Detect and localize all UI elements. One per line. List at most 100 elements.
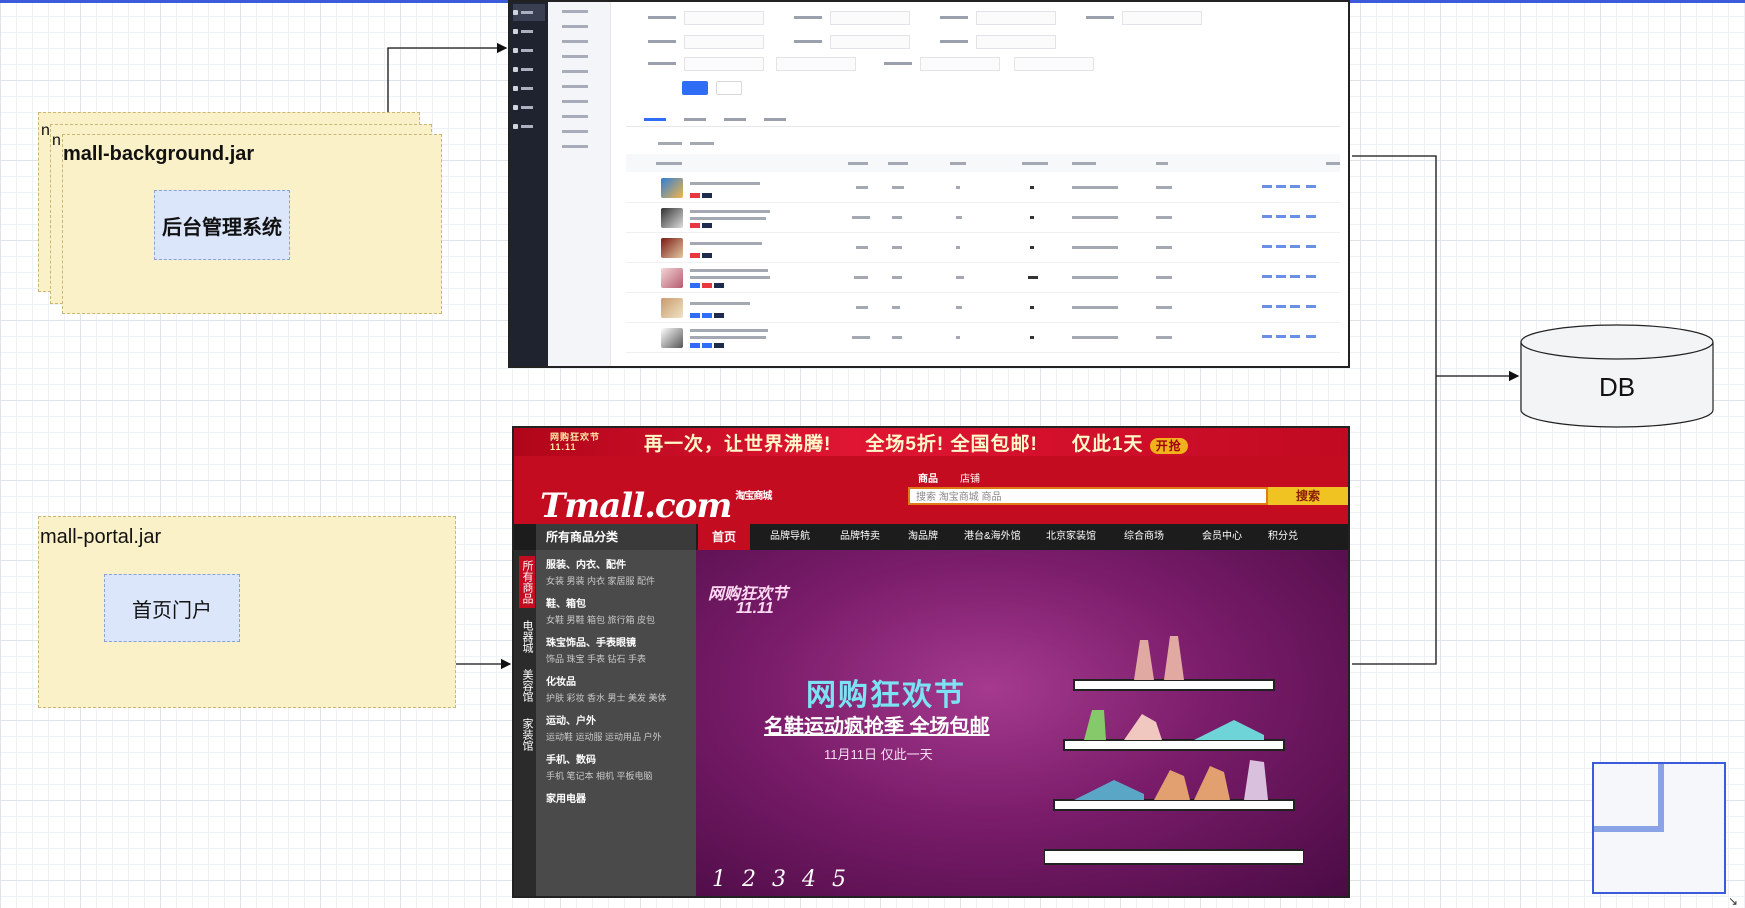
nav-beijing-home[interactable]: 北京家装馆 xyxy=(1046,524,1096,550)
tmall-header: Tmall.com 淘宝商城 商品 店铺 搜索 淘宝商城 商品 搜索 xyxy=(514,456,1348,528)
hero-banner[interactable]: 网购狂欢节 11.11 网购狂欢节 名鞋运动疯抢季 全场包邮 11月11日 仅此… xyxy=(696,550,1348,896)
banner-slogan-1: 再一次，让世界沸腾! xyxy=(644,433,832,455)
filter-input[interactable] xyxy=(920,57,1000,71)
side-tab[interactable]: 家装馆 xyxy=(519,714,535,755)
nav-mall[interactable]: 综合商场 xyxy=(1124,524,1164,550)
search-button[interactable] xyxy=(682,81,708,95)
admin-nav-item[interactable] xyxy=(513,42,545,59)
filter-input[interactable] xyxy=(830,35,910,49)
filter-input[interactable] xyxy=(684,57,764,71)
submenu-item[interactable] xyxy=(562,25,588,28)
filter-input[interactable] xyxy=(976,11,1056,25)
table-header xyxy=(626,154,1340,172)
table-row[interactable] xyxy=(626,174,1340,203)
tmall-screenshot: 网购狂欢节 11.11 再一次，让世界沸腾! 全场5折! 全国包邮! 仅此1天 … xyxy=(512,426,1350,898)
category-item[interactable]: 鞋、箱包 女鞋 男鞋 箱包 旅行箱 皮包 xyxy=(536,589,696,628)
hero-headline: 网购狂欢节 xyxy=(806,679,966,712)
banner-slogan-2: 全场5折! 全国包邮! xyxy=(865,433,1038,455)
pager-page[interactable]: 3 xyxy=(772,867,786,892)
stack-marker-2: n xyxy=(52,132,61,149)
category-item[interactable]: 家用电器 xyxy=(536,784,696,810)
tmall-logo[interactable]: Tmall.com 淘宝商城 xyxy=(540,486,772,526)
tab[interactable] xyxy=(724,118,746,121)
table-row[interactable] xyxy=(626,204,1340,233)
nav-home[interactable]: 首页 xyxy=(698,524,751,550)
submenu-item[interactable] xyxy=(562,55,588,58)
submenu-item[interactable] xyxy=(562,40,588,43)
submenu-item[interactable] xyxy=(562,10,588,13)
table-row[interactable] xyxy=(626,264,1340,293)
stack-marker-1: n xyxy=(41,122,50,139)
admin-nav-item[interactable] xyxy=(513,80,545,97)
filter-input[interactable] xyxy=(830,11,910,25)
homepage-portal-service: 首页门户 xyxy=(104,574,240,642)
filter-input[interactable] xyxy=(776,57,856,71)
table-row[interactable] xyxy=(626,234,1340,263)
side-tab[interactable]: 所有商品 xyxy=(519,556,535,608)
filter-input[interactable] xyxy=(684,35,764,49)
search-tab-shops[interactable]: 店铺 xyxy=(960,470,980,485)
pager-page[interactable]: 1 xyxy=(712,867,726,892)
database-label: DB xyxy=(1598,372,1636,402)
nav-brand-guide[interactable]: 品牌导航 xyxy=(770,524,810,550)
side-tabs: 所有商品 电器城 美容馆 家装馆 xyxy=(514,550,536,896)
filter-input[interactable] xyxy=(1122,11,1202,25)
search-tab-products[interactable]: 商品 xyxy=(918,470,938,485)
hero-note: 11月11日 仅此一天 xyxy=(824,747,933,762)
minimap-viewport[interactable] xyxy=(1594,764,1664,832)
submenu-item[interactable] xyxy=(562,145,588,148)
pager-page[interactable]: 4 xyxy=(802,867,816,892)
admin-nav-item[interactable] xyxy=(513,23,545,40)
nav-tao-brand[interactable]: 淘品牌 xyxy=(908,524,938,550)
side-tab[interactable]: 电器城 xyxy=(519,616,535,657)
reset-button[interactable] xyxy=(716,81,742,95)
admin-sidebar xyxy=(510,2,548,366)
carousel-pager: 1 2 3 4 5 xyxy=(712,867,846,892)
portal-jar-title: mall-portal.jar xyxy=(40,526,162,548)
banner-slogan-3: 仅此1天 开抢 xyxy=(1072,429,1188,456)
admin-nav-item[interactable] xyxy=(513,99,545,116)
nav-overseas[interactable]: 港台&海外馆 xyxy=(964,524,1021,550)
banner-event: 网购狂欢节 11.11 xyxy=(550,432,601,452)
submenu-item[interactable] xyxy=(562,85,588,88)
hero-subline: 名鞋运动疯抢季 全场包邮 xyxy=(764,716,990,738)
filter-input[interactable] xyxy=(684,11,764,25)
search-input[interactable]: 搜索 淘宝商城 商品 xyxy=(908,487,1268,505)
pager-page[interactable]: 5 xyxy=(832,867,846,892)
filter-input[interactable] xyxy=(1014,57,1094,71)
side-tab[interactable]: 美容馆 xyxy=(519,665,535,706)
submenu-item[interactable] xyxy=(562,70,588,73)
filter-input[interactable] xyxy=(976,35,1056,49)
banner-cta[interactable]: 开抢 xyxy=(1149,437,1188,454)
submenu-item[interactable] xyxy=(562,115,588,118)
admin-screenshot xyxy=(508,0,1350,368)
table-row[interactable] xyxy=(626,324,1340,353)
category-header[interactable]: 所有商品分类 xyxy=(536,524,696,550)
line-admin-to-db xyxy=(1352,155,1437,376)
tab[interactable] xyxy=(684,118,706,121)
admin-nav-item[interactable] xyxy=(513,118,545,135)
category-item[interactable]: 服装、内衣、配件 女装 男装 内衣 家居服 配件 xyxy=(536,550,696,589)
resize-handle-icon[interactable]: ↘ xyxy=(1728,894,1738,908)
hero-date: 11.11 xyxy=(736,600,774,617)
nav-points[interactable]: 积分兑 xyxy=(1268,524,1298,550)
submenu-item[interactable] xyxy=(562,100,588,103)
category-item[interactable]: 运动、户外 运动鞋 运动服 运动用品 户外 xyxy=(536,706,696,745)
admin-nav-item[interactable] xyxy=(513,4,545,21)
submenu-item[interactable] xyxy=(562,130,588,133)
pager-page[interactable]: 2 xyxy=(742,867,756,892)
promo-banner[interactable]: 网购狂欢节 11.11 再一次，让世界沸腾! 全场5折! 全国包邮! 仅此1天 … xyxy=(514,428,1348,456)
tab[interactable] xyxy=(764,118,786,121)
search-button[interactable]: 搜索 xyxy=(1268,487,1348,505)
category-item[interactable]: 手机、数码 手机 笔记本 相机 平板电脑 xyxy=(536,745,696,784)
tab[interactable] xyxy=(644,118,666,121)
admin-submenu xyxy=(548,2,611,366)
table-row[interactable] xyxy=(626,294,1340,323)
category-item[interactable]: 化妆品 护肤 彩妆 香水 男士 美发 美体 xyxy=(536,667,696,706)
nav-member-center[interactable]: 会员中心 xyxy=(1202,524,1242,550)
admin-nav-item[interactable] xyxy=(513,61,545,78)
category-item[interactable]: 珠宝饰品、手表眼镜 饰品 珠宝 手表 钻石 手表 xyxy=(536,628,696,667)
category-list: 服装、内衣、配件 女装 男装 内衣 家居服 配件 鞋、箱包 女鞋 男鞋 箱包 旅行箱… xyxy=(536,550,696,896)
nav-brand-sale[interactable]: 品牌特卖 xyxy=(840,524,880,550)
canvas-minimap[interactable] xyxy=(1592,762,1726,894)
